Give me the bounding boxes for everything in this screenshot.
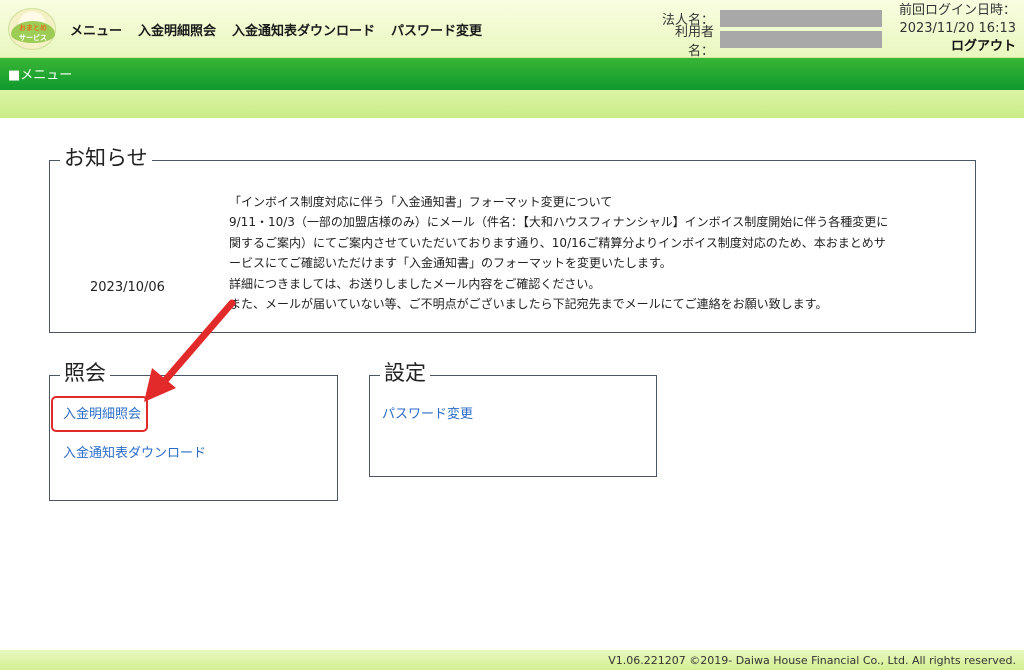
- footer: V1.06.221207 ©2019- Daiwa House Financia…: [0, 650, 1024, 670]
- annotation-arrow-icon: [144, 299, 236, 402]
